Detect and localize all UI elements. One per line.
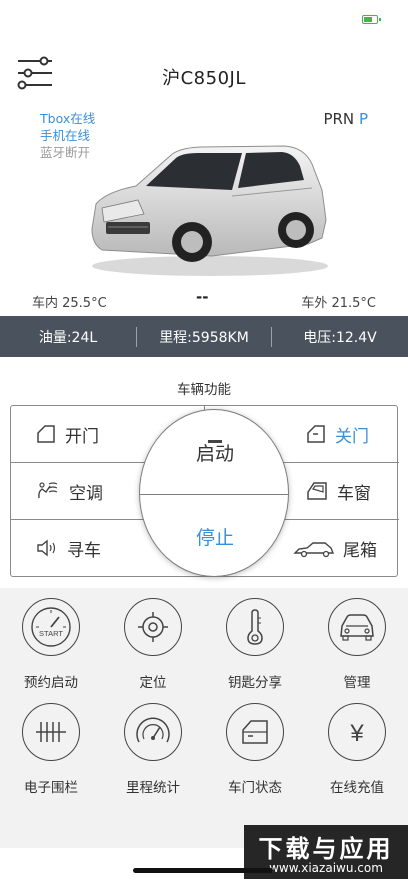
start-icon-text: START <box>39 629 63 638</box>
start-label: 启动 <box>195 442 234 465</box>
car-image <box>91 145 328 276</box>
section-title: 车辆功能 <box>177 382 231 398</box>
door-close-icon <box>307 425 325 443</box>
car-trunk-icon <box>293 542 335 558</box>
seat-fan-icon <box>38 482 58 499</box>
grid-item-label: 钥匙分享 <box>228 675 282 691</box>
grid-item-label: 电子围栏 <box>24 780 78 796</box>
trunk-button[interactable]: 尾箱 <box>293 520 377 576</box>
window-label: 车窗 <box>337 483 371 504</box>
door-open-icon <box>37 425 55 443</box>
open-door-button[interactable]: 开门 <box>35 406 99 462</box>
home-indicator[interactable] <box>133 868 273 873</box>
stop-label: 停止 <box>195 526 234 549</box>
yen-icon-text: ¥ <box>349 720 364 747</box>
gear-indicator: PRN P <box>323 110 368 128</box>
car-front-icon <box>328 598 386 656</box>
gear-options: PRN <box>323 110 355 128</box>
find-car-label: 寻车 <box>67 540 101 561</box>
scheduled-start-button[interactable]: START 预约启动 <box>0 598 102 691</box>
stop-engine-button[interactable]: 停止 <box>140 494 288 576</box>
manage-button[interactable]: 管理 <box>306 598 408 691</box>
tbox-status: Tbox在线 <box>40 111 96 126</box>
key-share-button[interactable]: 钥匙分享 <box>204 598 306 691</box>
window-icon <box>307 482 327 500</box>
speedometer-icon <box>124 703 182 761</box>
mileage-stats-button[interactable]: 里程统计 <box>102 703 204 796</box>
header: 沪C850JL <box>0 44 408 104</box>
grid-item-label: 定位 <box>139 675 167 691</box>
grid-item-label: 预约启动 <box>24 675 78 691</box>
grid-item-label: 管理 <box>343 675 371 691</box>
speaker-icon <box>37 539 56 557</box>
engine-dial: 启动 停止 <box>139 409 289 577</box>
grid-item-label: 里程统计 <box>126 780 180 796</box>
fence-icon <box>22 703 80 761</box>
grid-item-label: 在线充值 <box>330 780 384 796</box>
target-icon <box>124 598 182 656</box>
vehicle-info-bar: 油量:24L 里程:5958KM 电压:12.4V <box>0 316 408 357</box>
find-car-button[interactable]: 寻车 <box>35 520 101 576</box>
yen-icon: ¥ <box>328 703 386 761</box>
door-icon <box>226 703 284 761</box>
locate-button[interactable]: 定位 <box>102 598 204 691</box>
open-door-label: 开门 <box>65 426 99 447</box>
geofence-button[interactable]: 电子围栏 <box>0 703 102 796</box>
ac-label: 空调 <box>69 483 103 504</box>
ac-button[interactable]: 空调 <box>35 463 103 519</box>
grid-item-label: 车门状态 <box>228 780 282 796</box>
close-door-button[interactable]: 关门 <box>305 406 369 462</box>
thermometer-key-icon <box>226 598 284 656</box>
temperature-outside: 车外 21.5°C <box>301 296 376 311</box>
window-button[interactable]: 车窗 <box>305 463 371 519</box>
voltage-reading: 电压:12.4V <box>303 329 377 346</box>
vehicle-hero: Tbox在线 手机在线 蓝牙断开 PRN P 车内 25.5°C -- 车外 2… <box>0 104 408 314</box>
trunk-label: 尾箱 <box>343 540 377 561</box>
watermark-main-text: 下载与应用 <box>258 835 394 863</box>
temperature-inside: 车内 25.5°C <box>32 296 107 311</box>
gear-active: P <box>358 110 368 128</box>
vehicle-control-panel: 开门 关门 空调 车窗 寻车 尾箱 启动 停止 <box>10 405 399 577</box>
online-recharge-button[interactable]: ¥ 在线充值 <box>306 703 408 796</box>
page-title: 沪C850JL <box>162 68 246 89</box>
door-status-button[interactable]: 车门状态 <box>204 703 306 796</box>
start-engine-button[interactable]: 启动 <box>140 410 288 494</box>
battery-icon <box>362 15 381 24</box>
fuel-level: 油量:24L <box>38 329 98 346</box>
mileage-reading: 里程:5958KM <box>159 329 249 346</box>
feature-grid: START 预约启动 定位 钥匙分享 管理 电子围栏 里程统计 车门状态 ¥ 在… <box>0 588 408 848</box>
temperature-placeholder: -- <box>196 288 209 306</box>
status-bar <box>0 0 408 44</box>
close-door-label: 关门 <box>335 426 369 447</box>
start-clock-icon: START <box>22 598 80 656</box>
